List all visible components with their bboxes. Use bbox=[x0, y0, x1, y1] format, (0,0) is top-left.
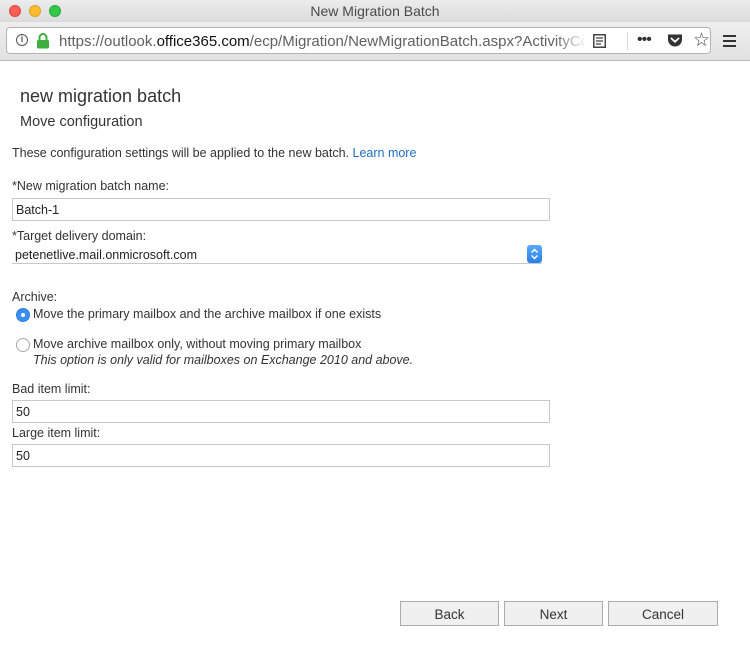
back-button[interactable]: Back bbox=[400, 601, 499, 626]
more-icon[interactable]: ••• bbox=[637, 31, 652, 49]
window-titlebar: New Migration Batch bbox=[0, 0, 750, 22]
intro-text: These configuration settings will be app… bbox=[12, 146, 416, 160]
target-domain-value: petenetlive.mail.onmicrosoft.com bbox=[15, 248, 198, 262]
bad-item-limit-label: Bad item limit: bbox=[12, 382, 91, 396]
url-path: /ecp/Migration/NewMigrationBatch.aspx?Ac… bbox=[249, 33, 585, 50]
url-domain: office365.com bbox=[156, 33, 250, 50]
archive-option-archive-only-label[interactable]: Move archive mailbox only, without movin… bbox=[33, 337, 361, 351]
page-title: new migration batch bbox=[20, 86, 182, 106]
url-bar-divider bbox=[627, 32, 628, 50]
select-arrows-icon[interactable] bbox=[527, 245, 542, 263]
large-item-limit-input[interactable] bbox=[12, 444, 550, 467]
lock-icon[interactable] bbox=[36, 33, 50, 49]
pocket-icon[interactable] bbox=[667, 33, 683, 48]
close-window-icon[interactable] bbox=[9, 5, 21, 17]
batch-name-input[interactable] bbox=[12, 198, 550, 221]
reader-view-icon[interactable] bbox=[593, 34, 606, 48]
url-text[interactable]: https://outlook.office365.com/ecp/Migrat… bbox=[59, 33, 585, 51]
intro-description: These configuration settings will be app… bbox=[12, 146, 350, 160]
target-domain-select[interactable]: petenetlive.mail.onmicrosoft.com bbox=[12, 245, 542, 264]
archive-note: This option is only valid for mailboxes … bbox=[33, 353, 414, 367]
next-button[interactable]: Next bbox=[504, 601, 603, 626]
minimize-window-icon[interactable] bbox=[29, 5, 41, 17]
large-item-limit-label: Large item limit: bbox=[12, 426, 101, 440]
bad-item-limit-input[interactable] bbox=[12, 400, 550, 423]
url-prefix: https://outlook. bbox=[59, 33, 157, 50]
window-title: New Migration Batch bbox=[310, 3, 440, 19]
cancel-button[interactable]: Cancel bbox=[608, 601, 718, 626]
archive-option-both-label[interactable]: Move the primary mailbox and the archive… bbox=[33, 307, 381, 321]
page-subtitle: Move configuration bbox=[20, 114, 143, 130]
radio-unselected-icon[interactable] bbox=[16, 338, 30, 352]
radio-selected-icon[interactable] bbox=[16, 308, 30, 322]
bookmark-star-icon[interactable]: ☆ bbox=[693, 29, 710, 52]
archive-label: Archive: bbox=[12, 290, 58, 304]
maximize-window-icon[interactable] bbox=[49, 5, 61, 17]
url-fade bbox=[555, 31, 587, 51]
learn-more-link[interactable]: Learn more bbox=[353, 146, 417, 160]
info-icon[interactable]: i bbox=[16, 34, 28, 46]
batch-name-label: *New migration batch name: bbox=[12, 179, 170, 193]
target-domain-label: *Target delivery domain: bbox=[12, 229, 147, 243]
url-bar[interactable]: i https://outlook.office365.com/ecp/Migr… bbox=[6, 27, 711, 54]
menu-icon[interactable] bbox=[722, 30, 738, 52]
browser-toolbar: i https://outlook.office365.com/ecp/Migr… bbox=[0, 22, 750, 61]
